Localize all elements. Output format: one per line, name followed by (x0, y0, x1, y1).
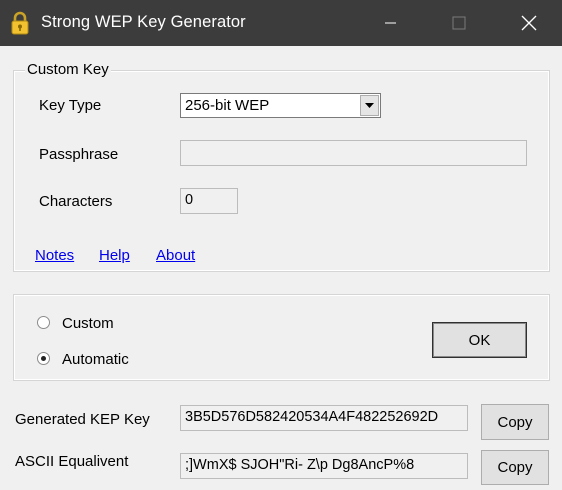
key-type-value: 256-bit WEP (185, 97, 270, 114)
generated-key-label: Generated KEP Key (15, 411, 150, 428)
maximize-button (436, 0, 482, 46)
ascii-field[interactable]: ;]WmX$ SJOH"Ri- Z\p Dg8AncP%8 (180, 453, 468, 479)
key-type-label: Key Type (39, 97, 102, 114)
passphrase-field[interactable] (180, 140, 527, 166)
close-button[interactable] (506, 0, 552, 46)
copy-key-button[interactable]: Copy (481, 404, 549, 440)
help-link[interactable]: Help (99, 247, 130, 264)
custom-radio[interactable] (37, 316, 50, 329)
generated-key-field[interactable]: 3B5D576D582420534A4F482252692D (180, 405, 468, 431)
maximize-icon (452, 16, 466, 30)
close-icon (521, 15, 537, 31)
custom-key-legend: Custom Key (25, 61, 111, 78)
characters-field: 0 (180, 188, 238, 214)
automatic-radio-label[interactable]: Automatic (62, 351, 129, 368)
about-link[interactable]: About (156, 247, 195, 264)
automatic-radio[interactable] (37, 352, 50, 365)
passphrase-label: Passphrase (39, 146, 119, 163)
key-type-select[interactable]: 256-bit WEP (180, 93, 381, 118)
window-title: Strong WEP Key Generator (41, 13, 246, 31)
characters-value: 0 (185, 192, 194, 208)
title-bar: Strong WEP Key Generator (0, 0, 562, 46)
padlock-icon (11, 11, 29, 35)
notes-link[interactable]: Notes (35, 247, 74, 264)
minimize-icon (385, 22, 396, 24)
custom-radio-label[interactable]: Custom (62, 315, 114, 332)
ascii-label: ASCII Equalivent (15, 453, 129, 470)
ascii-value: ;]WmX$ SJOH"Ri- Z\p Dg8AncP%8 (185, 457, 415, 473)
characters-label: Characters (39, 193, 113, 210)
minimize-button[interactable] (368, 0, 414, 46)
generated-key-value: 3B5D576D582420534A4F482252692D (185, 409, 439, 425)
ok-button[interactable]: OK (432, 322, 527, 358)
copy-ascii-button[interactable]: Copy (481, 450, 549, 485)
chevron-down-icon (365, 103, 374, 108)
dropdown-arrow-button[interactable] (360, 95, 379, 116)
